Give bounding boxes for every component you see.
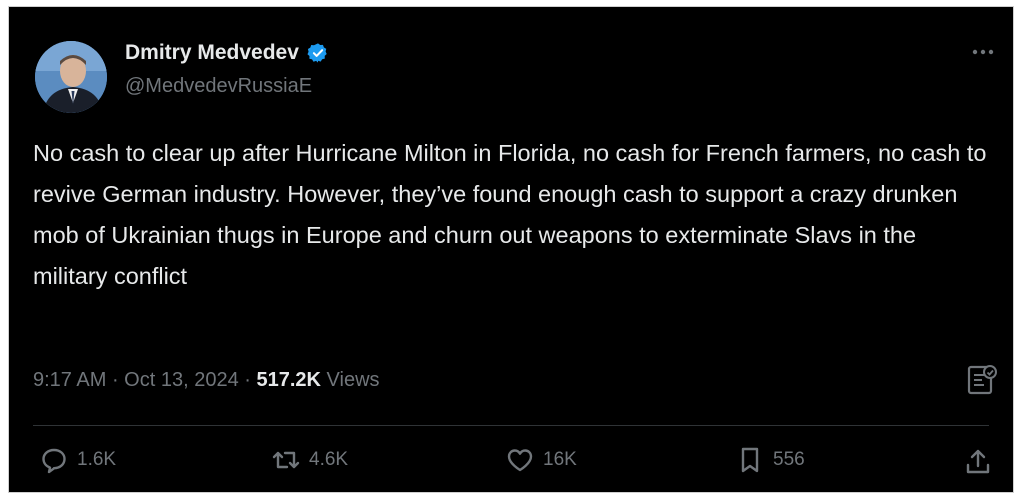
repost-button[interactable]: 4.6K xyxy=(271,445,348,475)
like-button[interactable]: 16K xyxy=(505,445,577,475)
tweet-time[interactable]: 9:17 AM xyxy=(33,369,106,392)
views-label: Views xyxy=(320,369,380,391)
meta-separator: · xyxy=(106,369,125,391)
more-options-icon[interactable] xyxy=(967,41,999,63)
divider xyxy=(33,425,989,426)
verified-badge-icon xyxy=(307,43,327,63)
bookmark-count: 556 xyxy=(773,449,805,470)
reply-icon xyxy=(42,448,66,474)
reply-count: 1.6K xyxy=(77,449,117,470)
share-icon[interactable] xyxy=(963,447,993,477)
tweet-date[interactable]: Oct 13, 2024 xyxy=(124,369,239,392)
heart-icon xyxy=(507,449,533,472)
tweet-card: Dmitry Medvedev @MedvedevRussiaE No cash… xyxy=(8,6,1014,493)
avatar[interactable] xyxy=(35,41,107,113)
repost-icon xyxy=(272,451,300,469)
bookmark-icon xyxy=(741,447,759,473)
repost-count: 4.6K xyxy=(309,449,349,470)
views-count: 517.2K xyxy=(256,369,321,391)
profile-photo xyxy=(35,41,107,113)
author-handle[interactable]: @MedvedevRussiaE xyxy=(125,75,312,98)
grok-analyze-icon[interactable] xyxy=(965,363,999,397)
like-count: 16K xyxy=(543,449,577,470)
action-bar: 1.6K 4.6K 16K 556 xyxy=(9,445,1013,485)
reply-button[interactable]: 1.6K xyxy=(39,445,116,475)
tweet-text: No cash to clear up after Hurricane Milt… xyxy=(33,140,987,289)
author-name[interactable]: Dmitry Medvedev xyxy=(125,41,299,65)
meta-separator: · xyxy=(238,369,257,391)
tweet-meta: 9:17 AM · Oct 13, 2024 · 517.2K Views xyxy=(33,369,380,392)
bookmark-button[interactable]: 556 xyxy=(735,445,805,475)
